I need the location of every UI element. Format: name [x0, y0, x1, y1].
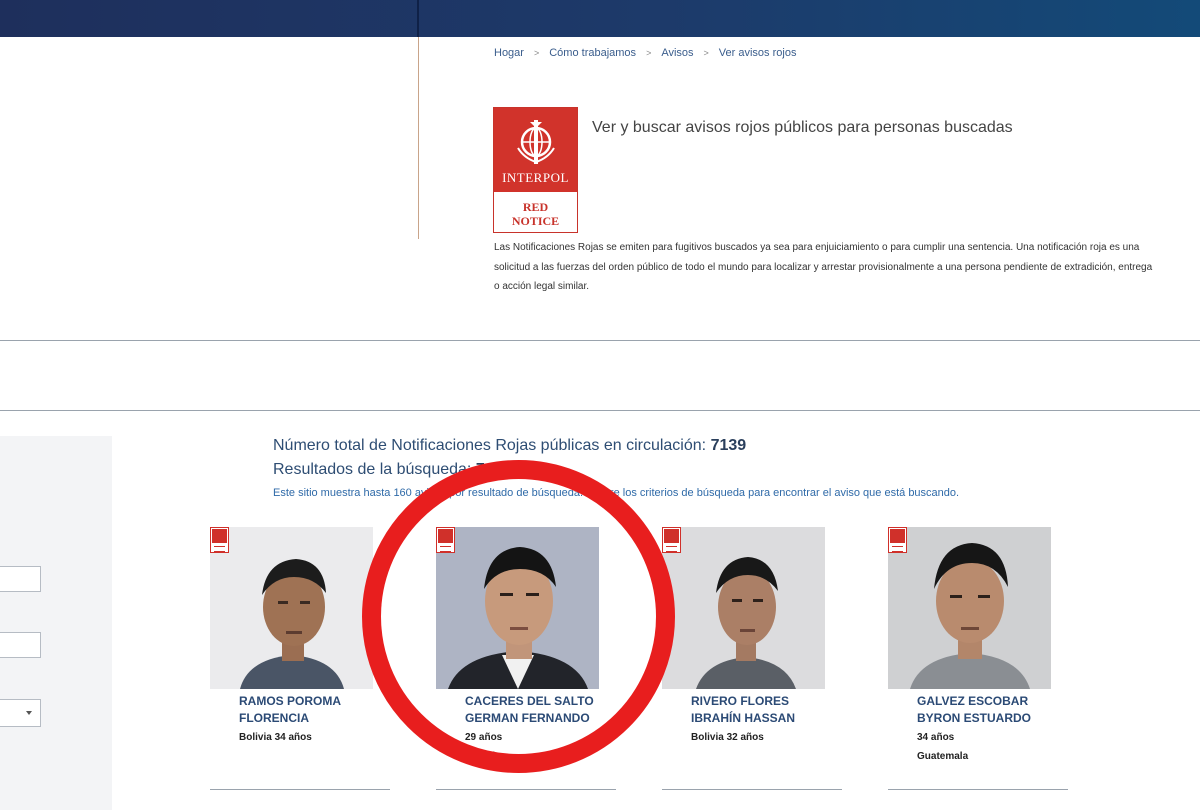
person-details: Bolivia 34 años: [239, 728, 389, 747]
top-navigation-bar: [0, 0, 1200, 37]
card-divider: [210, 789, 390, 790]
results-value: 7139: [475, 461, 512, 478]
breadcrumb-chevron-icon: >: [646, 48, 652, 58]
person-photo[interactable]: [436, 527, 599, 689]
intro-paragraph: Las Notificaciones Rojas se emiten para …: [494, 242, 1153, 292]
card-divider: [662, 789, 842, 790]
person-forename: IBRAHÍN HASSAN: [691, 711, 796, 725]
total-label: Número total de Notificaciones Rojas púb…: [273, 437, 707, 454]
person-details: 34 años Guatemala: [917, 728, 1067, 766]
person-detail-line: 34 años: [917, 732, 955, 743]
person-photo-icon: [662, 527, 825, 689]
person-detail-line: Guatemala: [917, 751, 969, 762]
card-divider: [888, 789, 1068, 790]
breadcrumb-home-link[interactable]: Hogar: [494, 47, 524, 59]
total-notices-count: Número total de Notificaciones Rojas púb…: [273, 437, 746, 455]
breadcrumb-chevron-icon: >: [703, 48, 709, 58]
logo-red-text: RED: [522, 200, 549, 214]
person-detail-line: 29 años: [465, 732, 503, 743]
person-name-link[interactable]: RIVERO FLORES IBRAHÍN HASSAN: [691, 693, 841, 727]
person-photo[interactable]: [662, 527, 825, 689]
breadcrumb-notices-link[interactable]: Avisos: [661, 47, 693, 59]
page-title: Ver y buscar avisos rojos públicos para …: [592, 118, 1013, 136]
red-notice-badge-icon: [436, 527, 455, 553]
person-detail-line: Ecuador: [465, 751, 506, 762]
person-photo[interactable]: [888, 527, 1051, 689]
notice-card[interactable]: RIVERO FLORES IBRAHÍN HASSAN Bolivia 32 …: [662, 527, 842, 792]
red-notice-badge-icon: [662, 527, 681, 553]
card-divider: [436, 789, 616, 790]
breadcrumb-chevron-icon: >: [533, 48, 540, 58]
logo-notice-text: NOTICE: [511, 214, 560, 228]
notice-card[interactable]: CACERES DEL SALTO GERMAN FERNANDO 29 año…: [436, 527, 616, 792]
vertical-divider: [418, 37, 419, 239]
logo-brand-text: INTERPOL: [502, 170, 569, 185]
notice-card[interactable]: RAMOS POROMA FLORENCIA Bolivia 34 años: [210, 527, 390, 792]
person-details: Bolivia 32 años: [691, 728, 841, 747]
person-forename: BYRON ESTUARDO: [917, 711, 1032, 725]
search-field-forename[interactable]: [0, 632, 41, 658]
person-photo-icon: [888, 527, 1051, 689]
topbar-divider: [417, 0, 419, 37]
person-photo-icon: [436, 527, 599, 689]
nationality-select[interactable]: [0, 699, 41, 727]
chevron-down-icon: [26, 711, 32, 715]
person-forename: GERMAN FERNANDO: [465, 711, 590, 725]
person-photo-icon: [210, 527, 373, 689]
interpol-emblem-icon: [517, 120, 555, 164]
person-detail-line: Bolivia 32 años: [691, 732, 764, 743]
total-value: 7139: [710, 437, 747, 454]
breadcrumb: Hogar > Cómo trabajamos > Avisos > Ver a…: [494, 47, 796, 59]
person-surname: CACERES DEL SALTO: [465, 694, 594, 708]
person-surname: RIVERO FLORES: [691, 694, 790, 708]
search-field-name[interactable]: [0, 566, 41, 592]
person-surname: GALVEZ ESCOBAR: [917, 694, 1029, 708]
search-results-count: Resultados de la búsqueda: 7139: [273, 461, 511, 479]
section-divider: [0, 410, 1200, 411]
breadcrumb-how-we-work-link[interactable]: Cómo trabajamos: [549, 47, 636, 59]
person-photo[interactable]: [210, 527, 373, 689]
results-limit-note: Este sitio muestra hasta 160 avisos por …: [273, 487, 960, 499]
section-divider: [0, 340, 1200, 341]
person-forename: FLORENCIA: [239, 711, 309, 725]
person-detail-line: Bolivia 34 años: [239, 732, 312, 743]
person-details: 29 años Ecuador: [465, 728, 615, 766]
search-filter-panel: [0, 436, 112, 810]
red-notice-badge-icon: [888, 527, 907, 553]
person-surname: RAMOS POROMA: [239, 694, 341, 708]
red-notice-badge-icon: [210, 527, 229, 553]
interpol-red-notice-logo: INTERPOL RED NOTICE: [493, 107, 578, 233]
notice-card[interactable]: GALVEZ ESCOBAR BYRON ESTUARDO 34 años Gu…: [888, 527, 1068, 792]
person-name-link[interactable]: CACERES DEL SALTO GERMAN FERNANDO: [465, 693, 615, 727]
person-name-link[interactable]: RAMOS POROMA FLORENCIA: [239, 693, 389, 727]
results-label: Resultados de la búsqueda:: [273, 461, 472, 478]
breadcrumb-red-notices-link[interactable]: Ver avisos rojos: [719, 47, 797, 59]
person-name-link[interactable]: GALVEZ ESCOBAR BYRON ESTUARDO: [917, 693, 1067, 727]
